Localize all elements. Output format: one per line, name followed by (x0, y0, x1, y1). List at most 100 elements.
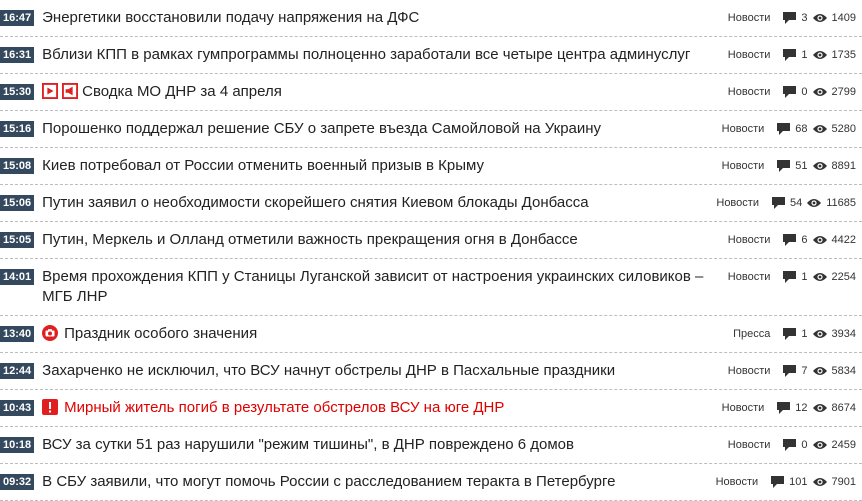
comments-count: 0 (801, 439, 808, 451)
news-title-wrap: Сводка МО ДНР за 4 апреля (42, 82, 728, 102)
news-title-link[interactable]: Порошенко поддержал решение СБУ о запрет… (42, 120, 601, 137)
news-category-link[interactable]: Новости (728, 267, 771, 287)
eye-icon (812, 14, 827, 22)
eye-icon (812, 273, 827, 281)
news-row: 15:30 Сводка МО ДНР за 4 апреля Новости … (0, 74, 862, 111)
comment-icon (783, 49, 797, 61)
comment-icon (783, 365, 797, 377)
comments-count: 12 (795, 402, 808, 414)
news-category-link[interactable]: Новости (728, 435, 771, 455)
comments-count: 51 (795, 160, 808, 172)
comment-icon (771, 476, 785, 488)
views-count: 5834 (831, 365, 856, 377)
comments-count: 3 (801, 12, 808, 24)
comment-icon (777, 160, 791, 172)
news-row: 16:47 Энергетики восстановили подачу нап… (0, 0, 862, 37)
news-title-link[interactable]: Сводка МО ДНР за 4 апреля (82, 83, 282, 100)
news-title-link[interactable]: Праздник особого значения (64, 325, 257, 342)
views-count: 1409 (831, 12, 856, 24)
news-category-link[interactable]: Новости (728, 45, 771, 65)
news-meta: Новости 54 11685 (716, 193, 856, 213)
eye-icon (812, 441, 827, 449)
news-title-wrap: Путин, Меркель и Олланд отметили важност… (42, 230, 728, 250)
comment-icon (777, 402, 791, 414)
comments-count: 1 (801, 49, 808, 61)
news-title-wrap: В СБУ заявили, что могут помочь России с… (42, 472, 715, 492)
comments-count: 6 (801, 234, 808, 246)
news-title-link[interactable]: Захарченко не исключил, что ВСУ начнут о… (42, 362, 615, 379)
news-time: 15:06 (0, 195, 35, 211)
comments-count: 101 (789, 476, 808, 488)
eye-icon (812, 236, 827, 244)
comment-icon (783, 12, 797, 24)
news-title-link[interactable]: Вблизи КПП в рамках гумпрограммы полноце… (42, 46, 690, 63)
comment-icon (777, 123, 791, 135)
news-category-link[interactable]: Новости (716, 193, 759, 213)
news-row: 14:01 Время прохождения КПП у Станицы Лу… (0, 259, 862, 316)
news-meta: Новости 3 1409 (728, 8, 856, 28)
video-icon (42, 83, 59, 99)
news-time: 14:01 (0, 269, 35, 285)
views-count: 8674 (831, 402, 856, 414)
news-time: 15:08 (0, 158, 35, 174)
views-count: 2459 (831, 439, 856, 451)
news-badges (42, 83, 82, 100)
comment-icon (783, 439, 797, 451)
comments-count: 68 (795, 123, 808, 135)
eye-icon (812, 162, 827, 170)
alert-icon (42, 399, 59, 415)
comment-icon (783, 86, 797, 98)
news-title-link[interactable]: Энергетики восстановили подачу напряжени… (42, 9, 419, 26)
news-title-link[interactable]: Путин заявил о необходимости скорейшего … (42, 194, 588, 211)
news-title-wrap: Мирный житель погиб в результате обстрел… (42, 398, 722, 418)
comment-icon (783, 271, 797, 283)
news-title-wrap: Вблизи КПП в рамках гумпрограммы полноце… (42, 45, 728, 65)
comments-count: 0 (801, 86, 808, 98)
views-count: 2254 (831, 271, 856, 283)
comments-count: 1 (801, 271, 808, 283)
eye-icon (812, 51, 827, 59)
news-category-link[interactable]: Новости (722, 398, 765, 418)
comment-icon (783, 328, 797, 340)
news-category-link[interactable]: Новости (728, 230, 771, 250)
news-category-link[interactable]: Новости (728, 361, 771, 381)
eye-icon (812, 404, 827, 412)
comments-count: 7 (801, 365, 808, 377)
eye-icon (812, 125, 827, 133)
news-title-link[interactable]: Мирный житель погиб в результате обстрел… (64, 399, 504, 416)
news-title-wrap: Захарченко не исключил, что ВСУ начнут о… (42, 361, 728, 381)
comment-icon (783, 234, 797, 246)
news-time: 10:18 (0, 437, 35, 453)
news-time: 16:47 (0, 10, 35, 26)
eye-icon (812, 88, 827, 96)
news-title-link[interactable]: Время прохождения КПП у Станицы Луганско… (42, 268, 703, 305)
news-category-link[interactable]: Новости (728, 82, 771, 102)
news-meta: Новости 51 8891 (722, 156, 856, 176)
news-title-link[interactable]: ВСУ за сутки 51 раз нарушили "режим тиши… (42, 436, 574, 453)
news-meta: Новости 12 8674 (722, 398, 856, 418)
news-row: 15:08 Киев потребовал от России отменить… (0, 148, 862, 185)
news-time: 13:40 (0, 326, 35, 342)
news-title-link[interactable]: Киев потребовал от России отменить военн… (42, 157, 484, 174)
news-title-wrap: ВСУ за сутки 51 раз нарушили "режим тиши… (42, 435, 728, 455)
news-category-link[interactable]: Пресса (733, 324, 770, 344)
news-meta: Новости 68 5280 (722, 119, 856, 139)
comments-count: 54 (789, 197, 803, 209)
news-meta: Новости 1 2254 (728, 267, 856, 287)
news-title-link[interactable]: Путин, Меркель и Олланд отметили важност… (42, 231, 578, 248)
views-count: 8891 (831, 160, 856, 172)
news-row: 10:43 Мирный житель погиб в результате о… (0, 390, 862, 427)
news-time: 15:05 (0, 232, 35, 248)
news-row: 16:31 Вблизи КПП в рамках гумпрограммы п… (0, 37, 862, 74)
views-count: 3934 (831, 328, 856, 340)
comments-count: 1 (801, 328, 808, 340)
news-row: 12:44 Захарченко не исключил, что ВСУ на… (0, 353, 862, 390)
news-meta: Новости 0 2459 (728, 435, 856, 455)
news-title-wrap: Праздник особого значения (42, 324, 733, 344)
news-category-link[interactable]: Новости (716, 472, 759, 492)
eye-icon (807, 199, 822, 207)
news-category-link[interactable]: Новости (722, 119, 765, 139)
news-category-link[interactable]: Новости (728, 8, 771, 28)
news-title-link[interactable]: В СБУ заявили, что могут помочь России с… (42, 473, 615, 490)
news-category-link[interactable]: Новости (722, 156, 765, 176)
